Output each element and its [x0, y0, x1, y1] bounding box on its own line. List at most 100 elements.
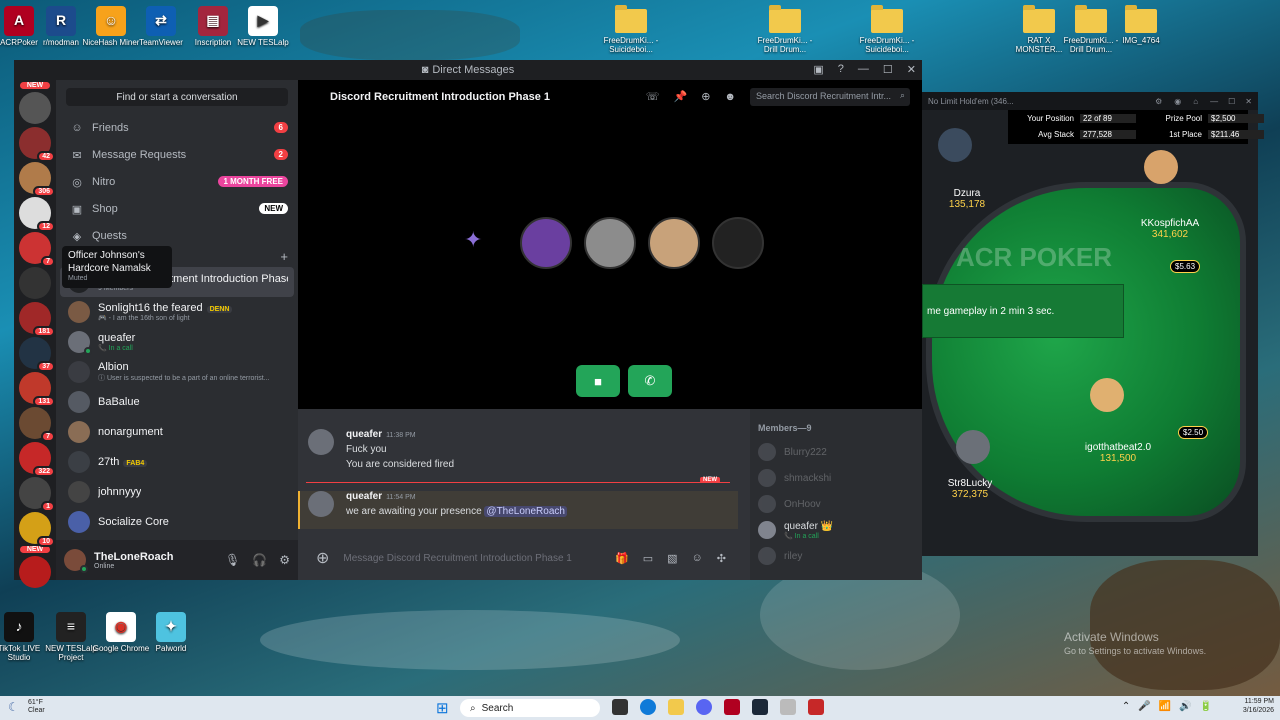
call-participant-avatar[interactable] — [520, 217, 572, 269]
emoji-icon[interactable]: ☺ — [692, 552, 703, 565]
acr-taskbar-icon[interactable] — [724, 699, 740, 715]
nav-shop[interactable]: ▣ Shop NEW — [56, 195, 298, 222]
player-seat[interactable]: igotthatbeat2.0 131,500 — [1072, 442, 1164, 464]
channel-search-input[interactable]: Search Discord Recruitment Intr... ⌕ — [750, 87, 910, 106]
member-item[interactable]: queafer 👑 📞 In a call — [758, 517, 914, 543]
inbox-icon[interactable]: ▣ — [813, 63, 823, 76]
message-composer[interactable]: ⊕ Message Discord Recruitment Introducti… — [306, 543, 736, 573]
message-author[interactable]: queafer — [346, 429, 382, 440]
file-explorer-icon[interactable] — [668, 699, 684, 715]
dm-item[interactable]: 27th FAB4 — [56, 447, 298, 477]
minimize-button[interactable]: — — [1210, 97, 1218, 106]
member-item[interactable]: shmackshi — [758, 465, 914, 491]
dm-item[interactable]: Albion ⓘ User is suspected to be a part o… — [56, 357, 298, 387]
eye-icon[interactable]: ◉ — [1174, 97, 1181, 106]
windows-start-icon[interactable]: ⊞ — [436, 699, 449, 717]
maximize-button[interactable]: ☐ — [883, 63, 893, 76]
pin-icon[interactable]: 📌 — [674, 90, 688, 103]
edge-icon[interactable] — [640, 699, 656, 715]
steam-icon[interactable] — [752, 699, 768, 715]
dm-item[interactable]: Sonlight16 the feared DENN 🎮 - I am the 16… — [56, 297, 298, 327]
settings-icon[interactable]: ⚙ — [1155, 97, 1162, 106]
maximize-button[interactable]: ☐ — [1228, 97, 1235, 106]
nav-friends[interactable]: ☺ Friends 6 — [56, 114, 298, 141]
desktop-folder[interactable]: FreeDrumKi... - Drill Drum... — [754, 5, 816, 55]
desktop-shortcut[interactable]: ✦ Palworld — [142, 612, 200, 654]
player-avatar[interactable] — [1144, 150, 1178, 184]
members-icon[interactable]: ☻ — [724, 91, 736, 103]
weather-widget[interactable]: 61°F Clear — [28, 699, 45, 716]
app-icon[interactable] — [808, 699, 824, 715]
dm-item[interactable]: Socialize Core — [56, 507, 298, 537]
desktop-folder[interactable]: FreeDrumKi... - Suicideboi... — [600, 5, 662, 55]
call-participant-avatar[interactable] — [712, 217, 764, 269]
server-icon[interactable]: 322 — [19, 442, 55, 477]
server-icon[interactable]: 7 — [19, 407, 55, 442]
call-participant-avatar[interactable] — [648, 217, 700, 269]
server-icon[interactable]: 181 — [19, 302, 55, 337]
server-icon[interactable]: 12 — [19, 197, 55, 232]
message[interactable]: queafer 11:38 PM Fuck you You are conside… — [308, 429, 454, 470]
dm-item[interactable]: nonargument — [56, 417, 298, 447]
member-item[interactable]: riley — [758, 543, 914, 569]
tray-icons[interactable]: ⌃🎤📶🔊🔋 — [1122, 701, 1220, 712]
message[interactable]: queafer 11:54 PM we are awaiting your pre… — [308, 491, 567, 517]
close-button[interactable]: ✕ — [1245, 97, 1252, 106]
call-participant-avatar[interactable] — [584, 217, 636, 269]
sticker-icon[interactable]: ▧ — [667, 552, 677, 565]
desktop-shortcut[interactable]: ⇄ TeamViewer — [132, 6, 190, 48]
server-icon[interactable]: 42 — [19, 127, 55, 162]
create-dm-icon[interactable]: + — [280, 249, 288, 267]
player-seat[interactable]: Str8Lucky 372,375 — [936, 478, 1004, 500]
close-button[interactable]: ✕ — [907, 63, 916, 76]
server-icon[interactable]: 7 — [19, 232, 55, 267]
headphones-icon[interactable]: 🎧 — [252, 553, 267, 567]
system-tray[interactable]: 11:59 PM 3/16/2026 — [1243, 698, 1274, 716]
avatar[interactable] — [308, 491, 334, 517]
find-conversation-button[interactable]: Find or start a conversation — [66, 88, 288, 106]
app-icon[interactable] — [780, 699, 796, 715]
server-icon[interactable]: 306 — [19, 162, 55, 197]
dm-item[interactable]: queafer 📞 In a call — [56, 327, 298, 357]
dm-item[interactable]: BaBalue — [56, 387, 298, 417]
desktop-folder[interactable]: IMG_4764 — [1110, 5, 1172, 46]
microphone-icon[interactable]: 🎙 — [225, 553, 240, 567]
server-icon[interactable] — [19, 556, 51, 588]
home-icon[interactable]: ⌂ — [1193, 97, 1198, 106]
player-avatar[interactable] — [938, 128, 972, 162]
player-seat[interactable]: Dzura 135,178 — [932, 188, 1002, 210]
desktop-shortcut[interactable]: ♪ TikTok LIVE Studio — [0, 612, 48, 663]
nav-nitro[interactable]: ◎ Nitro 1 MONTH FREE — [56, 168, 298, 195]
server-icon[interactable]: 37 — [19, 337, 55, 372]
dm-item[interactable]: johnnyyy — [56, 477, 298, 507]
minimize-button[interactable]: — — [858, 63, 869, 76]
server-icon[interactable] — [19, 92, 51, 124]
task-view-icon[interactable] — [612, 699, 628, 715]
nav-message-requests[interactable]: ✉ Message Requests 2 — [56, 141, 298, 168]
member-item[interactable]: OnHoov — [758, 491, 914, 517]
member-item[interactable]: Blurry222 — [758, 439, 914, 465]
nav-quests[interactable]: ◈ Quests — [56, 222, 298, 249]
discord-taskbar-icon[interactable] — [696, 699, 712, 715]
join-call-button[interactable]: ✆ — [628, 365, 672, 397]
avatar[interactable] — [308, 429, 334, 455]
add-attachment-icon[interactable]: ⊕ — [316, 548, 329, 568]
desktop-shortcut[interactable]: ▶ NEW TESLalp — [234, 6, 292, 48]
gif-icon[interactable]: ▭ — [643, 552, 653, 565]
server-icon[interactable]: 131 — [19, 372, 55, 407]
player-seat[interactable]: KKospfichAA 341,602 — [1130, 218, 1210, 240]
server-icon[interactable] — [19, 267, 51, 299]
gift-icon[interactable]: 🎁 — [615, 552, 629, 565]
user-mention[interactable]: @TheLoneRoach — [484, 506, 567, 517]
help-icon[interactable]: ? — [838, 63, 844, 76]
avatar[interactable] — [64, 549, 88, 573]
server-icon[interactable]: 10 — [19, 512, 55, 547]
call-icon[interactable]: ☏ — [646, 90, 660, 103]
add-member-icon[interactable]: ⊕ — [701, 90, 710, 103]
camera-button[interactable]: ■ — [576, 365, 620, 397]
message-author[interactable]: queafer — [346, 491, 382, 502]
taskbar-search[interactable]: ⌕ Search — [460, 699, 600, 717]
apps-icon[interactable]: ✣ — [717, 552, 726, 565]
player-avatar[interactable] — [956, 430, 990, 464]
player-avatar[interactable] — [1090, 378, 1124, 412]
